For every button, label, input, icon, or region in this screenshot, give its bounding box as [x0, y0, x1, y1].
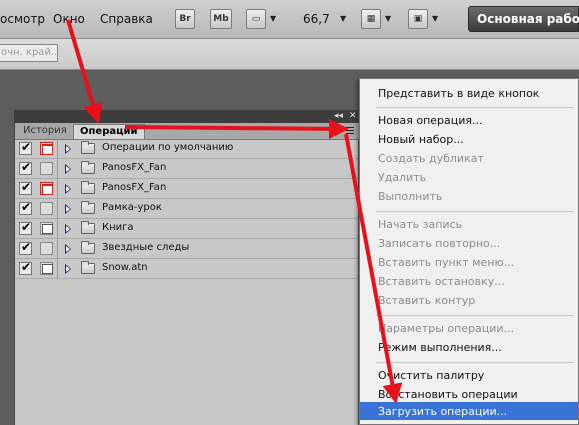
arrange-documents-icon[interactable]: ▦ [361, 9, 381, 29]
panel-menu-icon[interactable] [343, 125, 355, 136]
dialog-toggle-icon[interactable] [40, 182, 53, 195]
list-item[interactable]: PanosFX_Fan [15, 179, 358, 199]
panel-flyout-menu: Представить в виде кнопок Новая операция… [359, 78, 579, 425]
expand-triangle-icon[interactable] [65, 204, 71, 214]
workspace-switcher[interactable]: Основная рабоча [468, 6, 579, 32]
screen-mode-icon[interactable]: ▣ [408, 9, 428, 29]
menu-item-action-options[interactable]: Параметры операции... [378, 322, 514, 335]
menu-item-new-set[interactable]: Новый набор... [378, 133, 464, 146]
expand-triangle-icon[interactable] [65, 164, 71, 174]
menu-divider [376, 315, 574, 316]
menu-item-playback-options[interactable]: Режим выполнения... [378, 341, 502, 354]
expand-triangle-icon[interactable] [65, 264, 71, 274]
dialog-toggle-icon[interactable] [40, 162, 53, 175]
toggle-checkbox[interactable] [19, 260, 32, 275]
list-item[interactable]: Операции по умолчанию [15, 139, 358, 159]
actions-panel: История Операции Операции по умолчанию P… [14, 123, 359, 425]
toggle-checkbox[interactable] [19, 140, 32, 155]
menu-divider [376, 211, 574, 212]
expand-triangle-icon[interactable] [65, 184, 71, 194]
dialog-toggle-icon[interactable] [40, 262, 53, 275]
menu-item-duplicate[interactable]: Создать дубликат [378, 152, 484, 165]
list-item[interactable]: Книга [15, 219, 358, 239]
menu-item-start-recording[interactable]: Начать запись [378, 218, 462, 231]
menu-item-clear-all[interactable]: Очистить палитру [378, 369, 484, 382]
zoom-chevron-icon[interactable]: ▼ [340, 14, 346, 23]
list-item[interactable]: PanosFX_Fan [15, 159, 358, 179]
menu-view[interactable]: осмотр [0, 12, 45, 26]
bridge-button[interactable]: Br [175, 9, 195, 29]
list-item[interactable]: Звездные следы [15, 239, 358, 259]
folder-icon [81, 241, 95, 254]
action-set-label: Рамка-урок [102, 202, 162, 213]
action-set-label: PanosFX_Fan [102, 162, 167, 173]
menu-item-load-actions[interactable]: Загрузить операции... [378, 405, 507, 418]
panel-tabs: История Операции [15, 123, 359, 140]
dialog-toggle-icon[interactable] [40, 202, 53, 215]
folder-icon [81, 201, 95, 214]
menu-item-record-again[interactable]: Записать повторно... [378, 237, 500, 250]
action-set-label: Книга [102, 222, 134, 233]
toggle-checkbox[interactable] [19, 220, 32, 235]
refine-edge-button[interactable]: очн. край... [0, 44, 58, 62]
toggle-checkbox[interactable] [19, 200, 32, 215]
screen-mode-chevron-icon[interactable]: ▼ [432, 14, 438, 23]
menu-divider [376, 107, 574, 108]
list-item[interactable]: Рамка-урок [15, 199, 358, 219]
action-set-label: Звездные следы [102, 242, 190, 253]
collapse-icon[interactable]: ◂◂ [334, 110, 343, 123]
menu-item-new-action[interactable]: Новая операция... [378, 114, 483, 127]
menu-item-play[interactable]: Выполнить [378, 190, 442, 203]
action-set-label: PanosFX_Fan [102, 182, 167, 193]
menu-window[interactable]: Окно [53, 12, 85, 26]
close-icon[interactable]: ✕ [349, 110, 357, 123]
list-item[interactable]: Snow.atn [15, 259, 358, 279]
tab-actions[interactable]: Операции [73, 124, 145, 139]
menu-help[interactable]: Справка [100, 12, 153, 26]
menu-item-delete[interactable]: Удалить [378, 171, 426, 184]
panel-header-strip: ◂◂ ✕ [14, 110, 358, 123]
folder-icon [81, 181, 95, 194]
arrange-chevron-icon[interactable]: ▼ [385, 14, 391, 23]
menu-item-reset-actions[interactable]: Восстановить операции [378, 388, 518, 401]
menu-item-button-mode[interactable]: Представить в виде кнопок [378, 87, 539, 100]
toggle-checkbox[interactable] [19, 180, 32, 195]
toggle-checkbox[interactable] [19, 240, 32, 255]
expand-triangle-icon[interactable] [65, 224, 71, 234]
menu-item-insert-stop[interactable]: Вставить остановку... [378, 275, 505, 288]
toggle-checkbox[interactable] [19, 160, 32, 175]
action-set-label: Snow.atn [102, 262, 148, 273]
mini-bridge-button[interactable]: Mb [210, 9, 232, 29]
menu-divider [376, 362, 574, 363]
menu-item-insert-path[interactable]: Вставить контур [378, 294, 475, 307]
menu-item-insert-menu-item[interactable]: Вставить пункт меню... [378, 256, 514, 269]
extras-icon[interactable]: ▭ [246, 9, 266, 29]
dialog-toggle-icon[interactable] [40, 142, 53, 155]
dialog-toggle-icon[interactable] [40, 242, 53, 255]
expand-triangle-icon[interactable] [65, 244, 71, 254]
folder-icon [81, 161, 95, 174]
dialog-toggle-icon[interactable] [40, 222, 53, 235]
tab-history[interactable]: История [17, 124, 73, 139]
zoom-level[interactable]: 66,7 [303, 12, 330, 26]
folder-icon [81, 221, 95, 234]
action-set-label: Операции по умолчанию [102, 142, 234, 153]
folder-icon [81, 141, 95, 154]
folder-icon [81, 261, 95, 274]
expand-triangle-icon[interactable] [65, 144, 71, 154]
options-bar: очн. край... [0, 39, 579, 70]
menu-bar: осмотр Окно Справка Br Mb ▭ ▼ 66,7 ▼ ▦ ▼… [0, 0, 579, 39]
chevron-down-icon[interactable]: ▼ [270, 14, 276, 23]
